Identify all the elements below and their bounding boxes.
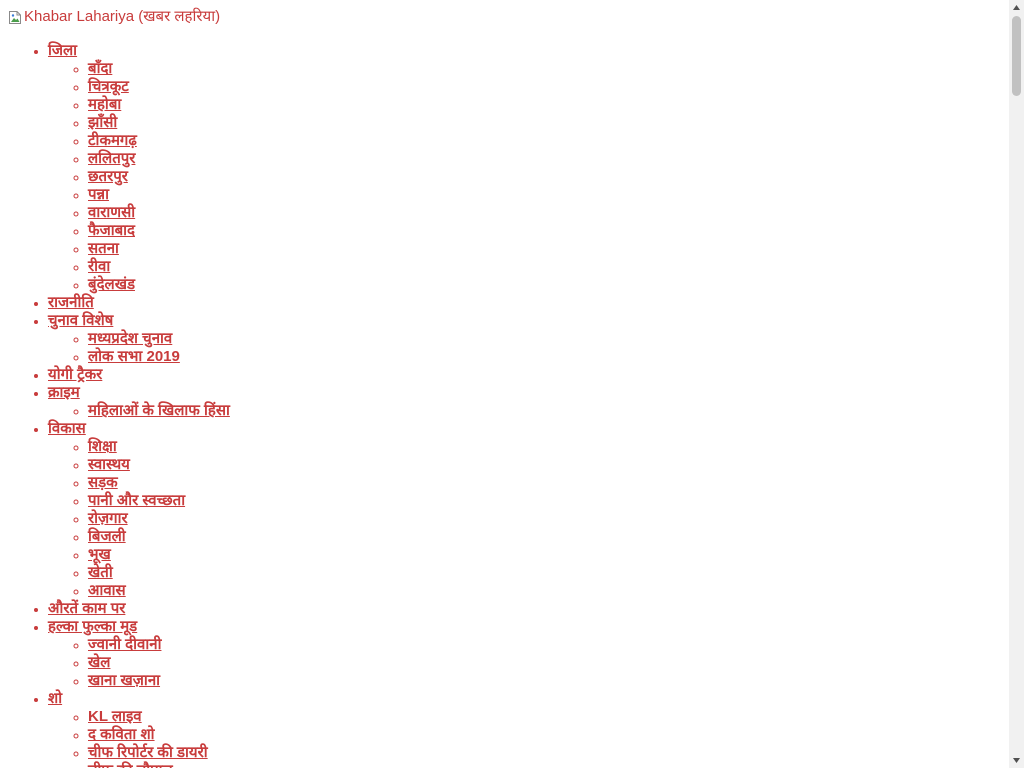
menu-link[interactable]: क्राइम — [48, 384, 80, 401]
submenu-link[interactable]: सतना — [88, 240, 119, 257]
menu-link[interactable]: चुनाव विशेष — [48, 312, 113, 329]
submenu-link[interactable]: बाँदा — [88, 60, 112, 77]
submenu: ज्वानी दीवानीखेलखाना खज़ाना — [48, 636, 230, 690]
submenu-link[interactable]: खेल — [88, 654, 110, 671]
submenu-link[interactable]: महोबा — [88, 96, 121, 113]
submenu-link[interactable]: पानी और स्वच्छता — [88, 492, 185, 509]
menu-item: हल्का फुल्का मूडज्वानी दीवानीखेलखाना खज़… — [48, 618, 230, 690]
menu-item: शोKL लाइवद कविता शोचीफ रिपोर्टर की डायरी… — [48, 690, 230, 768]
submenu-item: महिलाओं के खिलाफ हिंसा — [88, 402, 230, 420]
submenu-link[interactable]: चीफ रिपोर्टर की डायरी — [88, 744, 208, 761]
submenu-item: टीकमगढ़ — [88, 132, 230, 150]
submenu-item: बिजली — [88, 528, 230, 546]
submenu-link[interactable]: फैजाबाद — [88, 222, 135, 239]
submenu: मध्यप्रदेश चुनावलोक सभा 2019 — [48, 330, 230, 366]
submenu-item: वाराणसी — [88, 204, 230, 222]
menu-link[interactable]: औरतें काम पर — [48, 600, 125, 617]
submenu-item: भूख — [88, 546, 230, 564]
menu-link[interactable]: हल्का फुल्का मूड — [48, 618, 137, 635]
submenu-item: KL लाइव — [88, 708, 230, 726]
submenu-item: रोज़गार — [88, 510, 230, 528]
vertical-scrollbar[interactable] — [1009, 0, 1024, 768]
menu-item: क्राइम महिलाओं के खिलाफ हिंसा — [48, 384, 230, 420]
submenu-link[interactable]: झाँसी — [88, 114, 117, 131]
menu-item: विकासशिक्षास्वास्थयसड़कपानी और स्वच्छतार… — [48, 420, 230, 600]
submenu-link[interactable]: पन्ना — [88, 186, 109, 203]
submenu-item: चीफ की चौपाल — [88, 762, 230, 768]
submenu-item: ज्वानी दीवानी — [88, 636, 230, 654]
menu-item: चुनाव विशेषमध्यप्रदेश चुनावलोक सभा 2019 — [48, 312, 230, 366]
submenu-link[interactable]: द कविता शो — [88, 726, 155, 743]
submenu-link[interactable]: चित्रकूट — [88, 78, 129, 95]
menu-link[interactable]: शो — [48, 690, 62, 707]
submenu-link[interactable]: बिजली — [88, 528, 126, 545]
submenu-link[interactable]: ललितपुर — [88, 150, 135, 167]
submenu-link[interactable]: चीफ की चौपाल — [88, 762, 173, 768]
menu-item: योगी ट्रैकर — [48, 366, 230, 384]
submenu: शिक्षास्वास्थयसड़कपानी और स्वच्छतारोज़गा… — [48, 438, 230, 600]
menu-link[interactable]: जिला — [48, 42, 77, 59]
menu-item: जिलाबाँदाचित्रकूटमहोबाझाँसीटीकमगढ़ललितपु… — [48, 42, 230, 294]
submenu-link[interactable]: स्वास्थय — [88, 456, 130, 473]
menu-link[interactable]: राजनीति — [48, 294, 94, 311]
arrow-down-icon[interactable] — [1009, 753, 1024, 768]
submenu-link[interactable]: KL लाइव — [88, 708, 142, 725]
submenu-item: महोबा — [88, 96, 230, 114]
menu-item: राजनीति — [48, 294, 230, 312]
submenu-link[interactable]: ज्वानी दीवानी — [88, 636, 161, 653]
submenu-item: फैजाबाद — [88, 222, 230, 240]
submenu-item: मध्यप्रदेश चुनाव — [88, 330, 230, 348]
submenu-link[interactable]: वाराणसी — [88, 204, 135, 221]
submenu-item: शिक्षा — [88, 438, 230, 456]
submenu-link[interactable]: छतरपुर — [88, 168, 128, 185]
submenu-item: बाँदा — [88, 60, 230, 78]
menu-link[interactable]: विकास — [48, 420, 86, 437]
submenu-link[interactable]: भूख — [88, 546, 111, 563]
submenu-item: आवास — [88, 582, 230, 600]
submenu-item: झाँसी — [88, 114, 230, 132]
submenu-item: स्वास्थय — [88, 456, 230, 474]
site-logo[interactable]: Khabar Lahariya (खबर लहरिया) — [8, 8, 220, 26]
submenu-item: छतरपुर — [88, 168, 230, 186]
menu-link[interactable]: योगी ट्रैकर — [48, 366, 102, 383]
submenu-item: रीवा — [88, 258, 230, 276]
broken-image-icon — [8, 10, 22, 25]
submenu-link[interactable]: महिलाओं के खिलाफ हिंसा — [88, 402, 230, 419]
submenu: महिलाओं के खिलाफ हिंसा — [48, 402, 230, 420]
submenu-link[interactable]: खाना खज़ाना — [88, 672, 160, 689]
submenu-link[interactable]: रीवा — [88, 258, 110, 275]
submenu-item: लोक सभा 2019 — [88, 348, 230, 366]
page-viewport: Khabar Lahariya (खबर लहरिया) जिलाबाँदाचि… — [0, 0, 1009, 768]
submenu-item: चीफ रिपोर्टर की डायरी — [88, 744, 230, 762]
submenu-item: खाना खज़ाना — [88, 672, 230, 690]
submenu-item: द कविता शो — [88, 726, 230, 744]
submenu-link[interactable]: मध्यप्रदेश चुनाव — [88, 330, 172, 347]
arrow-up-icon[interactable] — [1009, 0, 1024, 15]
submenu-link[interactable]: रोज़गार — [88, 510, 128, 527]
submenu-link[interactable]: खेती — [88, 564, 113, 581]
submenu: बाँदाचित्रकूटमहोबाझाँसीटीकमगढ़ललितपुरछतर… — [48, 60, 230, 294]
submenu-link[interactable]: सड़क — [88, 474, 118, 491]
submenu-item: पानी और स्वच्छता — [88, 492, 230, 510]
submenu-item: खेल — [88, 654, 230, 672]
submenu-link[interactable]: आवास — [88, 582, 126, 599]
submenu-link[interactable]: शिक्षा — [88, 438, 117, 455]
submenu-item: खेती — [88, 564, 230, 582]
submenu-link[interactable]: टीकमगढ़ — [88, 132, 137, 149]
submenu-item: सतना — [88, 240, 230, 258]
main-navigation-menu: जिलाबाँदाचित्रकूटमहोबाझाँसीटीकमगढ़ललितपु… — [8, 42, 230, 768]
submenu-item: ललितपुर — [88, 150, 230, 168]
submenu-link[interactable]: लोक सभा 2019 — [88, 348, 180, 365]
submenu: KL लाइवद कविता शोचीफ रिपोर्टर की डायरीची… — [48, 708, 230, 768]
submenu-item: चित्रकूट — [88, 78, 230, 96]
logo-alt-text: Khabar Lahariya (खबर लहरिया) — [24, 8, 221, 25]
submenu-item: पन्ना — [88, 186, 230, 204]
menu-item: औरतें काम पर — [48, 600, 230, 618]
submenu-link[interactable]: बुंदेलखंड — [88, 276, 135, 293]
scrollbar-thumb[interactable] — [1012, 16, 1021, 96]
submenu-item: सड़क — [88, 474, 230, 492]
submenu-item: बुंदेलखंड — [88, 276, 230, 294]
